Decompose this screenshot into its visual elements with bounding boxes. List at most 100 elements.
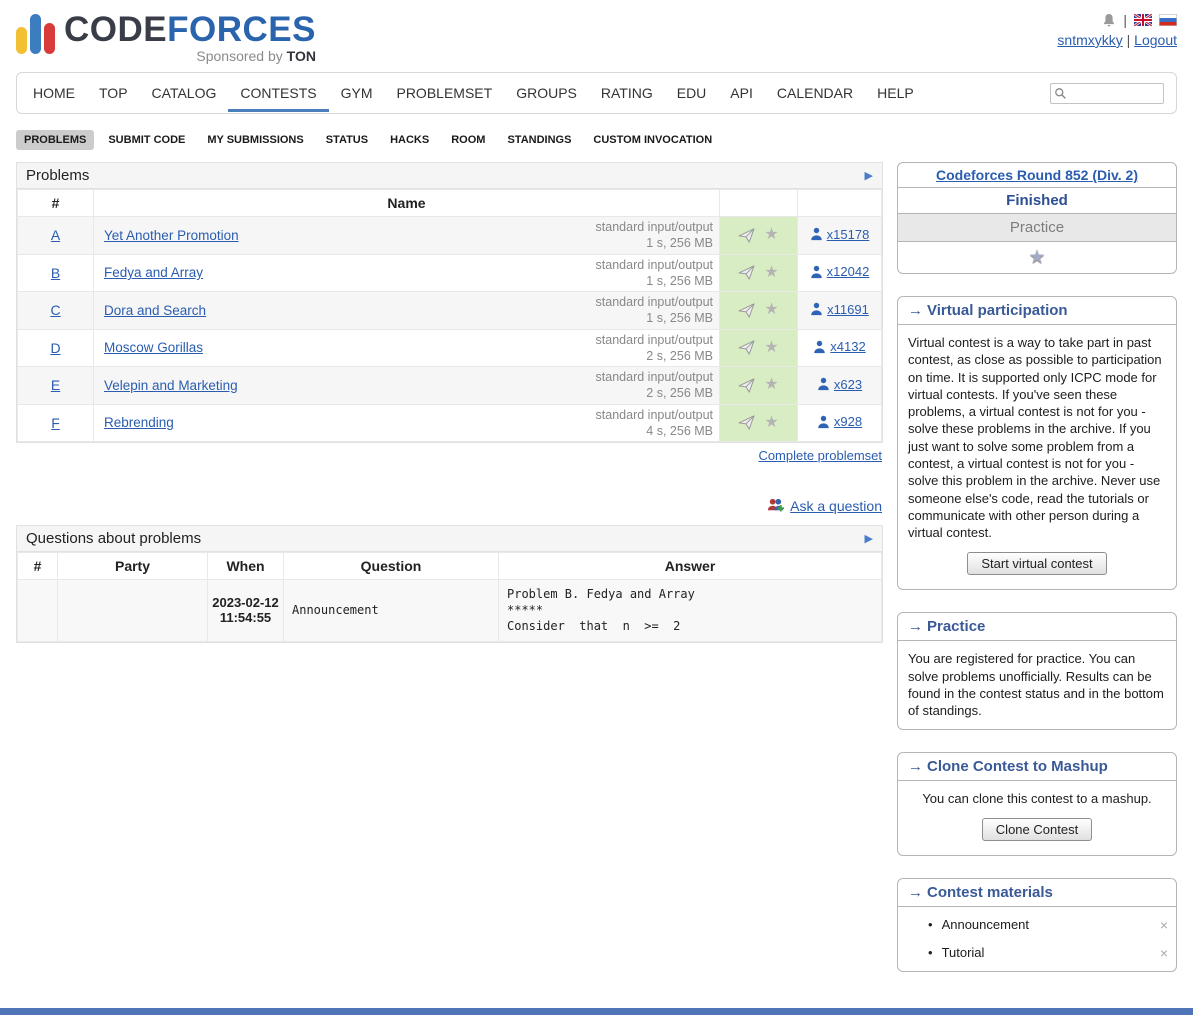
logo-sponsored: Sponsored by TON <box>64 48 316 64</box>
problem-name-link[interactable]: Rebrending <box>104 415 174 430</box>
submit-plane-icon[interactable] <box>738 340 755 355</box>
problem-name-link[interactable]: Fedya and Array <box>104 265 203 280</box>
submit-plane-icon[interactable] <box>738 303 755 318</box>
materials-list: • Announcement × • Tutorial × <box>898 911 1176 967</box>
solved-person-icon[interactable] <box>810 302 823 316</box>
subnav-item-my-submissions[interactable]: MY SUBMISSIONS <box>199 130 311 150</box>
problem-letter-link[interactable]: E <box>51 377 60 393</box>
favorite-star-icon[interactable]: ★ <box>764 227 778 243</box>
problems-caption: Problems <box>26 167 89 184</box>
problem-row: E Velepin and Marketing standard input/o… <box>18 367 882 405</box>
question-text: Announcement <box>284 580 499 642</box>
clone-title: Clone Contest to Mashup <box>927 758 1108 775</box>
codeforces-logo[interactable]: CODEFORCES Sponsored by TON <box>16 10 316 64</box>
start-virtual-contest-button[interactable]: Start virtual contest <box>967 552 1106 575</box>
nav-item-home[interactable]: HOME <box>21 74 87 112</box>
close-icon[interactable]: × <box>1160 945 1168 961</box>
submit-plane-icon[interactable] <box>738 415 755 430</box>
submit-plane-icon[interactable] <box>738 265 755 280</box>
username-link[interactable]: sntmxykky <box>1057 32 1122 48</box>
material-tutorial-link[interactable]: Tutorial <box>942 945 985 960</box>
col-header-count <box>798 190 882 217</box>
solved-person-icon[interactable] <box>810 227 823 241</box>
subnav-item-custom-invocation[interactable]: CUSTOM INVOCATION <box>585 130 720 150</box>
solved-person-icon[interactable] <box>813 340 826 354</box>
expand-arrow-icon[interactable]: ▶ <box>865 169 873 182</box>
expand-arrow-icon[interactable]: ▶ <box>865 532 873 545</box>
solved-count-link[interactable]: x623 <box>834 377 862 392</box>
nav-item-contests[interactable]: CONTESTS <box>228 74 328 112</box>
nav-item-api[interactable]: API <box>718 74 765 112</box>
favorite-contest-star-icon[interactable]: ★ <box>1028 247 1045 268</box>
nav-item-groups[interactable]: GROUPS <box>504 74 589 112</box>
main-nav: HOME TOP CATALOG CONTESTS GYM PROBLEMSET… <box>16 72 1177 114</box>
logo-bar-red <box>44 23 55 54</box>
solved-count-link[interactable]: x15178 <box>827 227 870 242</box>
favorite-star-icon[interactable]: ★ <box>764 377 778 393</box>
subnav-item-standings[interactable]: STANDINGS <box>499 130 579 150</box>
left-column: Problems ▶ # Name A <box>16 162 883 643</box>
clone-contest-button[interactable]: Clone Contest <box>982 818 1092 841</box>
bullet-icon: • <box>928 917 933 932</box>
problem-name-link[interactable]: Dora and Search <box>104 303 206 318</box>
problem-letter-link[interactable]: F <box>51 415 60 431</box>
problem-constraints: standard input/output1 s, 256 MB <box>596 257 713 290</box>
practice-title: Practice <box>927 618 985 635</box>
problem-name-link[interactable]: Moscow Gorillas <box>104 340 203 355</box>
subnav-item-status[interactable]: STATUS <box>318 130 376 150</box>
ask-question-link[interactable]: Ask a question <box>790 498 882 514</box>
ask-question-row: Ask a question <box>16 497 882 517</box>
nav-item-top[interactable]: TOP <box>87 74 140 112</box>
favorite-star-icon[interactable]: ★ <box>764 302 778 318</box>
problem-letter-link[interactable]: B <box>51 265 60 281</box>
favorite-star-icon[interactable]: ★ <box>764 265 778 281</box>
submit-plane-icon[interactable] <box>738 228 755 243</box>
flag-en-icon[interactable] <box>1134 14 1152 26</box>
problem-letter-link[interactable]: A <box>51 227 60 243</box>
subnav-item-submit-code[interactable]: SUBMIT CODE <box>100 130 193 150</box>
contest-title-link[interactable]: Codeforces Round 852 (Div. 2) <box>936 167 1138 183</box>
search-input[interactable] <box>1050 83 1164 104</box>
solved-count-link[interactable]: x11691 <box>827 302 869 317</box>
solved-count-link[interactable]: x928 <box>834 414 862 429</box>
solved-count-link[interactable]: x4132 <box>830 339 865 354</box>
nav-item-catalog[interactable]: CATALOG <box>140 74 229 112</box>
flag-ru-icon[interactable] <box>1159 14 1177 26</box>
complete-problemset-link[interactable]: Complete problemset <box>758 448 882 463</box>
solved-person-icon[interactable] <box>817 415 830 429</box>
nav-item-gym[interactable]: GYM <box>329 74 385 112</box>
nav-item-help[interactable]: HELP <box>865 74 926 112</box>
favorite-star-icon[interactable]: ★ <box>764 415 778 431</box>
problems-caption-bar: Problems ▶ <box>17 163 882 189</box>
problems-grid: # Name A Yet Another Promotion standard … <box>17 189 882 442</box>
submit-plane-icon[interactable] <box>738 378 755 393</box>
subnav-item-room[interactable]: ROOM <box>443 130 493 150</box>
bell-icon[interactable] <box>1102 13 1116 28</box>
problem-row: C Dora and Search standard input/output1… <box>18 292 882 330</box>
solved-person-icon[interactable] <box>817 377 830 391</box>
nav-item-rating[interactable]: RATING <box>589 74 665 112</box>
nav-item-edu[interactable]: EDU <box>665 74 719 112</box>
problem-name-link[interactable]: Yet Another Promotion <box>104 228 239 243</box>
problem-constraints: standard input/output1 s, 256 MB <box>596 219 713 252</box>
problem-letter-link[interactable]: D <box>50 340 60 356</box>
logout-link[interactable]: Logout <box>1134 32 1177 48</box>
favorite-star-icon[interactable]: ★ <box>764 340 778 356</box>
problem-constraints: standard input/output2 s, 256 MB <box>596 369 713 402</box>
subnav-item-hacks[interactable]: HACKS <box>382 130 437 150</box>
material-announcement-link[interactable]: Announcement <box>942 917 1029 932</box>
virtual-text: Virtual contest is a way to take part in… <box>908 334 1166 541</box>
logo-forces: FORCES <box>167 10 316 49</box>
problem-letter-link[interactable]: C <box>50 302 60 318</box>
solved-person-icon[interactable] <box>810 265 823 279</box>
problem-name-link[interactable]: Velepin and Marketing <box>104 378 238 393</box>
logo-bar-yellow <box>16 27 27 54</box>
solved-count-link[interactable]: x12042 <box>827 264 870 279</box>
questions-caption-bar: Questions about problems ▶ <box>17 526 882 552</box>
subnav-item-problems[interactable]: PROBLEMS <box>16 130 94 150</box>
nav-item-calendar[interactable]: CALENDAR <box>765 74 865 112</box>
nav-item-problemset[interactable]: PROBLEMSET <box>384 74 504 112</box>
questions-caption: Questions about problems <box>26 530 201 547</box>
close-icon[interactable]: × <box>1160 917 1168 933</box>
contest-subnav: PROBLEMS SUBMIT CODE MY SUBMISSIONS STAT… <box>16 130 1177 150</box>
